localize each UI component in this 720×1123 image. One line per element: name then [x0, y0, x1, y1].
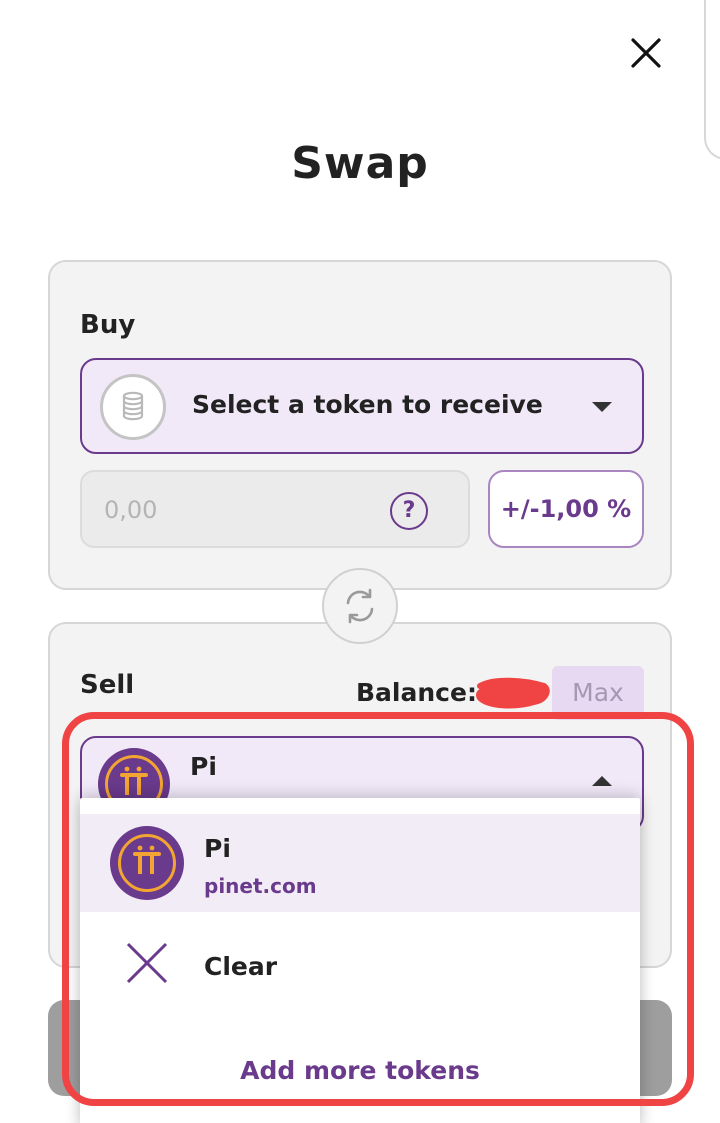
buy-amount-input[interactable]: 0,00 ? [80, 470, 470, 548]
slippage-button[interactable]: +/-1,00 % [488, 470, 644, 548]
chevron-up-icon [592, 776, 612, 786]
buy-token-select-label: Select a token to receive [192, 390, 543, 419]
buy-token-select[interactable]: Select a token to receive [80, 358, 644, 454]
dropdown-item-pi[interactable]: Pi pinet.com [80, 814, 640, 912]
buy-label: Buy [80, 310, 136, 340]
background-sheet-edge [704, 0, 720, 160]
sell-token-name: Pi [190, 752, 217, 781]
dropdown-item-subtitle: pinet.com [204, 874, 317, 898]
max-button[interactable]: Max [552, 666, 644, 720]
help-icon[interactable]: ? [390, 492, 428, 530]
swap-direction-button[interactable] [322, 568, 398, 644]
token-dropdown-menu: Pi pinet.com Clear Add more tokens [80, 798, 640, 1123]
coins-icon [100, 374, 166, 440]
clear-icon [126, 942, 168, 984]
sell-label: Sell [80, 670, 135, 700]
page-title: Swap [291, 138, 429, 189]
redacted-balance-scribble [476, 677, 550, 709]
buy-card: Buy Select a token to receive 0,00 ? +/-… [48, 260, 672, 590]
close-icon [631, 38, 661, 68]
balance-label: Balance: [356, 678, 477, 707]
dropdown-item-clear[interactable]: Clear [80, 922, 640, 1012]
pi-logo-icon [110, 826, 184, 900]
refresh-icon [346, 588, 374, 624]
close-button[interactable] [622, 32, 670, 76]
buy-amount-value: 0,00 [104, 496, 158, 524]
dropdown-item-name: Pi [204, 834, 231, 863]
dropdown-item-name: Clear [204, 952, 278, 981]
add-more-tokens-link[interactable]: Add more tokens [80, 1056, 640, 1085]
chevron-down-icon [592, 402, 612, 412]
